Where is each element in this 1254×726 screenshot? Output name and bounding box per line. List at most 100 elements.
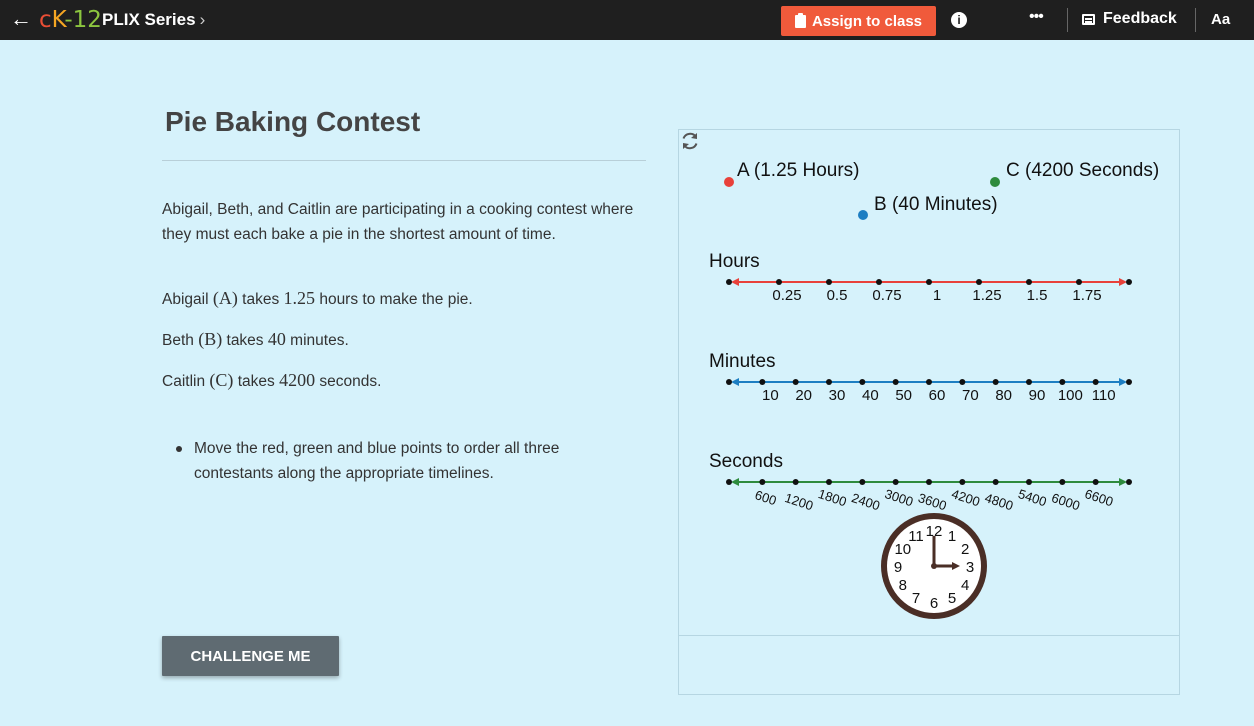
feedback-button[interactable]: Feedback: [1082, 10, 1177, 28]
tick-label: 1800: [816, 486, 848, 509]
tick-label: 90: [1029, 387, 1046, 404]
tick-label: 0.75: [872, 287, 901, 304]
tick-label: 1.75: [1072, 287, 1101, 304]
tick-dot: [926, 279, 932, 285]
tick-dot: [1059, 479, 1066, 485]
tick-label: 0.5: [827, 287, 848, 304]
tick-label: 3000: [883, 486, 915, 509]
tick-dot: [1026, 279, 1032, 285]
tick-dot: [1026, 479, 1032, 485]
tick-dot: [926, 479, 932, 485]
statement-c: Caitlin (C) takes 4200 seconds.: [162, 370, 382, 390]
clock-number: 7: [912, 590, 920, 607]
page-title: Pie Baking Contest: [165, 106, 421, 137]
font-size-button[interactable]: Aa: [1211, 11, 1230, 28]
tick-dot: [1076, 279, 1082, 285]
point-label: C (4200 Seconds): [1006, 160, 1159, 181]
statement-b: Beth (B) takes 40 minutes.: [162, 329, 349, 349]
tick-dot: [759, 479, 766, 485]
more-options-icon[interactable]: •••: [1029, 8, 1044, 26]
clock-number: 5: [948, 590, 956, 607]
chevron-right-icon: ›: [199, 10, 206, 29]
instruction-text: Move the red, green and blue points to o…: [194, 440, 560, 482]
header-divider: [1067, 8, 1068, 32]
tick-dot: [892, 479, 899, 485]
tick-dot: [992, 379, 999, 385]
tick-dot: [926, 379, 932, 385]
tick-label: 3600: [916, 490, 948, 513]
tick-dot: [859, 479, 866, 485]
clock-number: 6: [930, 595, 938, 612]
ck12-logo[interactable]: cK-12: [39, 6, 102, 34]
bullet-icon: [176, 446, 182, 452]
tick-dot: [859, 379, 866, 385]
tick-label: 30: [829, 387, 846, 404]
tick-dot: [892, 379, 899, 385]
tick-dot: [1092, 379, 1099, 385]
tick-label: 100: [1058, 387, 1083, 404]
series-breadcrumb[interactable]: PLIX Series ›: [102, 9, 205, 31]
point-c[interactable]: [990, 177, 1000, 187]
clock-number: 2: [961, 541, 969, 558]
tick-dot: [1059, 379, 1066, 385]
panel-footer-divider: [679, 635, 1179, 636]
timeline-title: Hours: [709, 251, 760, 272]
right-arrow-icon: [1119, 378, 1127, 386]
clock-number: 8: [899, 577, 907, 594]
endpoint-dot: [726, 479, 732, 485]
intro-text: Abigail, Beth, and Caitlin are participa…: [162, 201, 634, 243]
tick-dot: [959, 479, 966, 485]
refresh-icon[interactable]: [679, 130, 701, 152]
header-divider: [1195, 8, 1196, 32]
endpoint-dot: [1126, 479, 1132, 485]
right-arrow-icon: [1119, 278, 1127, 286]
tick-label: 0.25: [772, 287, 801, 304]
title-divider: [162, 160, 646, 161]
assign-label: Assign to class: [811, 12, 923, 30]
clock-center: [931, 563, 937, 569]
point-label: A (1.25 Hours): [737, 160, 860, 181]
point-b[interactable]: [858, 210, 868, 220]
clock-number: 11: [908, 528, 924, 545]
left-arrow-icon: [731, 278, 739, 286]
tick-label: 50: [895, 387, 912, 404]
assign-to-class-button[interactable]: Assign to class: [781, 6, 936, 36]
tick-dot: [876, 279, 882, 285]
tick-label: 60: [929, 387, 946, 404]
tick-dot: [792, 379, 799, 385]
tick-label: 2400: [850, 490, 882, 513]
tick-dot: [1092, 479, 1099, 485]
back-arrow-icon[interactable]: ←: [10, 7, 32, 31]
series-label: PLIX Series: [102, 10, 196, 29]
tick-dot: [776, 279, 782, 285]
clock-number: 4: [961, 577, 969, 594]
tick-dot: [826, 279, 832, 285]
point-a[interactable]: [724, 177, 734, 187]
tick-label: 110: [1092, 387, 1116, 404]
challenge-me-button[interactable]: CHALLENGE ME: [162, 636, 339, 676]
tick-label: 70: [962, 387, 979, 404]
clipboard-icon: [794, 12, 806, 28]
interactive-panel: A (1.25 Hours) B (40 Minutes) C (4200 Seco…: [678, 129, 1180, 695]
tick-label: 20: [795, 387, 812, 404]
interactive-canvas[interactable]: A (1.25 Hours) B (40 Minutes) C (4200 Seco…: [679, 130, 1179, 635]
tick-label: 6000: [1050, 490, 1082, 513]
tick-label: 1: [933, 287, 941, 304]
tick-label: 80: [995, 387, 1012, 404]
info-icon[interactable]: i: [951, 12, 967, 28]
left-arrow-icon: [731, 378, 739, 386]
statement-a: Abigail (A) takes 1.25 hours to make the…: [162, 288, 473, 308]
tick-dot: [759, 379, 766, 385]
tick-label: 1.5: [1027, 287, 1048, 304]
feedback-label: Feedback: [1103, 10, 1177, 27]
top-bar: ← cK-12 PLIX Series › Assign to class i •…: [0, 0, 1254, 40]
clock-number: 1: [948, 528, 956, 545]
right-arrow-icon: [1119, 478, 1127, 486]
tick-dot: [959, 379, 966, 385]
tick-dot: [826, 379, 832, 385]
feedback-icon: [1082, 13, 1095, 25]
tick-label: 600: [753, 487, 778, 508]
endpoint-dot: [1126, 379, 1132, 385]
tick-label: 6600: [1083, 486, 1115, 509]
tick-label: 4200: [950, 486, 982, 509]
